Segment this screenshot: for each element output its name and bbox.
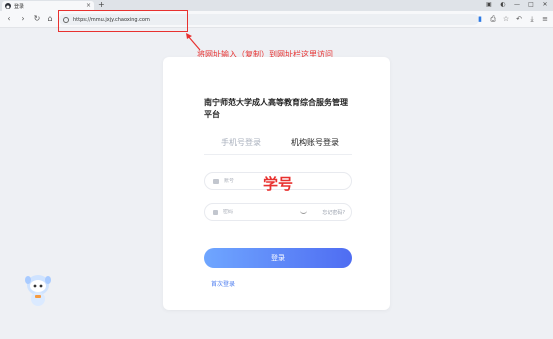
downloads-icon[interactable]: ⤓ bbox=[528, 14, 536, 24]
password-field[interactable]: 忘记密码? bbox=[204, 203, 352, 221]
password-input[interactable] bbox=[223, 209, 303, 215]
first-login-link[interactable]: 首次登录 bbox=[211, 279, 235, 288]
maximize-icon[interactable]: □ bbox=[527, 1, 535, 8]
window-controls: ▣ ◐ — □ ✕ bbox=[485, 1, 549, 8]
lock-icon bbox=[213, 209, 218, 215]
profile-icon[interactable]: ◐ bbox=[499, 1, 507, 8]
toolbar-actions: ▮ ⎙ ☆ ↶ ⤓ ≡ bbox=[476, 14, 549, 24]
reading-mode-icon[interactable]: ⎙ bbox=[489, 14, 497, 24]
favorites-icon[interactable]: ☆ bbox=[502, 14, 510, 24]
id-card-icon bbox=[213, 178, 219, 184]
mascot-robot-icon[interactable] bbox=[24, 272, 52, 308]
close-window-icon[interactable]: ✕ bbox=[541, 1, 549, 8]
tab-phone-login[interactable]: 手机号登录 bbox=[204, 137, 278, 155]
login-tabs: 手机号登录 机构账号登录 bbox=[204, 137, 352, 155]
forward-icon[interactable]: › bbox=[18, 14, 28, 24]
annotation-student-id-label: 学号 bbox=[263, 175, 294, 193]
home-icon[interactable]: ⌂ bbox=[45, 14, 55, 24]
extension-icon[interactable]: ▮ bbox=[476, 14, 484, 24]
platform-title: 南宁师范大学成人高等教育综合服务管理平台 bbox=[204, 98, 348, 119]
reload-icon[interactable]: ↻ bbox=[32, 14, 42, 24]
url-highlight-box bbox=[58, 10, 188, 32]
minimize-icon[interactable]: — bbox=[513, 1, 521, 8]
menu-icon[interactable]: ≡ bbox=[541, 14, 549, 24]
history-icon[interactable]: ↶ bbox=[515, 14, 523, 24]
eye-closed-icon[interactable] bbox=[300, 210, 307, 214]
forgot-password-link[interactable]: 忘记密码? bbox=[322, 209, 345, 216]
back-icon[interactable]: ‹ bbox=[4, 14, 14, 24]
collections-icon[interactable]: ▣ bbox=[485, 1, 493, 8]
tab-title: 登录 bbox=[14, 3, 25, 10]
tab-org-login[interactable]: 机构账号登录 bbox=[278, 137, 352, 155]
site-favicon-icon: ● bbox=[5, 3, 11, 9]
tab-close-icon[interactable]: × bbox=[86, 2, 91, 9]
login-button[interactable]: 登录 bbox=[204, 248, 352, 268]
tabs-divider bbox=[204, 154, 352, 155]
new-tab-button[interactable]: + bbox=[98, 0, 105, 10]
